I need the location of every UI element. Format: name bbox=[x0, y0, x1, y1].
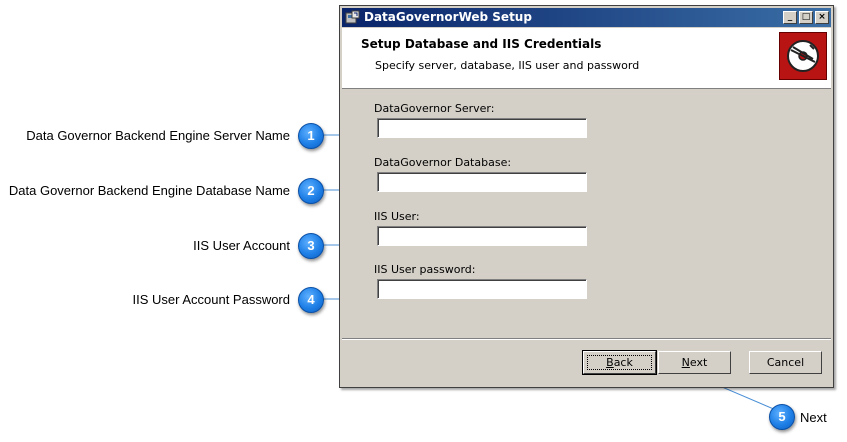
minimize-button[interactable]: _ bbox=[783, 11, 797, 24]
annotation-badge-1: 1 bbox=[298, 123, 324, 149]
window-title: DataGovernorWeb Setup bbox=[364, 10, 532, 24]
annotation-label-5: Next bbox=[800, 410, 827, 425]
annotation-label-3: IIS User Account bbox=[193, 238, 290, 253]
focus-rectangle bbox=[587, 355, 652, 370]
annotation-badge-5: 5 bbox=[769, 404, 795, 430]
installer-icon bbox=[345, 10, 360, 24]
next-button[interactable]: Next bbox=[658, 351, 731, 374]
dialog-header: Setup Database and IIS Credentials Speci… bbox=[342, 28, 831, 89]
server-input[interactable] bbox=[377, 118, 587, 138]
annotation-label-1: Data Governor Backend Engine Server Name bbox=[26, 128, 290, 143]
database-input[interactable] bbox=[377, 172, 587, 192]
annotation-badge-4: 4 bbox=[298, 287, 324, 313]
cancel-label: Cancel bbox=[766, 356, 805, 369]
disc-icon bbox=[787, 40, 819, 72]
header-title: Setup Database and IIS Credentials bbox=[361, 37, 602, 51]
iis-password-label: IIS User password: bbox=[374, 263, 476, 276]
footer-separator bbox=[342, 338, 831, 340]
database-label: DataGovernor Database: bbox=[374, 156, 512, 169]
cancel-button[interactable]: Cancel bbox=[749, 351, 822, 374]
setup-dialog: DataGovernorWeb Setup _ □ × Setup Databa… bbox=[339, 5, 834, 388]
annotation-badge-3: 3 bbox=[298, 233, 324, 259]
annotation-badge-2: 2 bbox=[298, 178, 324, 204]
iis-user-label: IIS User: bbox=[374, 210, 420, 223]
minimize-icon: _ bbox=[787, 12, 793, 22]
annotation-label-2: Data Governor Backend Engine Database Na… bbox=[8, 183, 290, 198]
iis-password-input[interactable] bbox=[377, 279, 587, 299]
annotation-label-4: IIS User Account Password bbox=[132, 292, 290, 307]
back-button[interactable]: Back bbox=[582, 350, 657, 375]
product-logo bbox=[779, 32, 827, 80]
header-subtitle: Specify server, database, IIS user and p… bbox=[375, 59, 640, 72]
next-mnemonic: N bbox=[681, 356, 690, 369]
iis-user-input[interactable] bbox=[377, 226, 587, 246]
next-label: ext bbox=[689, 356, 708, 369]
maximize-icon: □ bbox=[801, 12, 811, 22]
close-button[interactable]: × bbox=[815, 11, 829, 24]
close-icon: × bbox=[818, 12, 826, 22]
maximize-button[interactable]: □ bbox=[799, 11, 813, 24]
title-bar[interactable]: DataGovernorWeb Setup _ □ × bbox=[342, 8, 831, 27]
server-label: DataGovernor Server: bbox=[374, 102, 495, 115]
